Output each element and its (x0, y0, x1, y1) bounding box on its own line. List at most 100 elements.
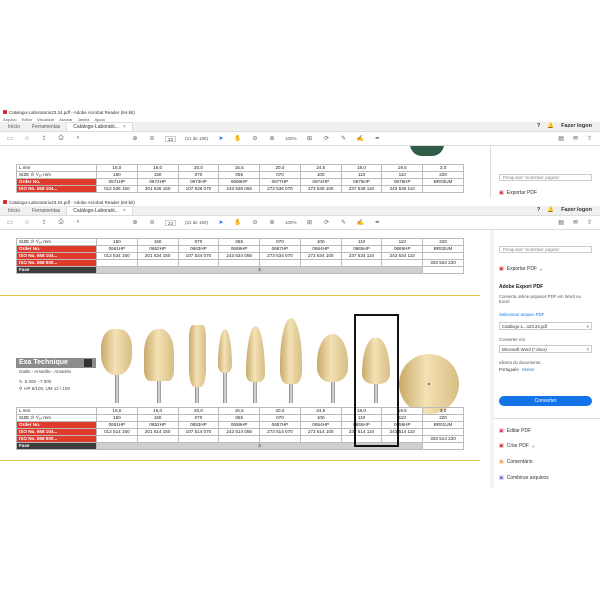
tab-home[interactable]: Início (2, 122, 26, 131)
search-icon[interactable]: ⌕ (74, 135, 82, 143)
bur-image-2 (144, 329, 174, 381)
table-cell: 110 (381, 171, 424, 179)
edit-pdf-icon: ▣ (499, 428, 504, 434)
zoom-out-icon[interactable]: ⊖ (251, 135, 259, 143)
menu-edit[interactable]: Editar (22, 117, 32, 122)
comment-tool[interactable]: ▣ Comentário (499, 459, 533, 465)
page-up-icon[interactable]: ⊕ (131, 135, 139, 143)
page-down-icon[interactable]: ⊖ (148, 219, 156, 227)
close-icon[interactable]: × (123, 208, 126, 214)
fit-icon[interactable]: ⊞ (306, 219, 314, 227)
selection-highlight[interactable] (354, 314, 399, 447)
search-tools-input[interactable]: Pesquisar 'Substituir página' (499, 174, 592, 181)
selected-file-field[interactable]: Catálogo-L...o23.24.pdf × (499, 322, 592, 330)
export-pdf-tool[interactable]: ▣ Exportar PDF ˄ (499, 266, 542, 272)
table-cell (96, 259, 138, 267)
signin-button[interactable]: Fazer logon (561, 207, 592, 213)
zoom-value[interactable]: 100% (285, 220, 297, 225)
print-icon[interactable]: ⎙ (57, 219, 65, 227)
clear-file-icon[interactable]: × (586, 323, 589, 330)
comment-icon[interactable]: ✎ (340, 219, 348, 227)
table-cell: 16,0 (96, 407, 138, 415)
rotate-icon[interactable]: ⟳ (323, 135, 331, 143)
convert-format-select[interactable]: Microsoft Word (*.docx) ˅ (499, 345, 592, 353)
tab-document-label: Catálogo-Laborató... (73, 208, 119, 214)
pen-icon[interactable]: ✍ (357, 135, 365, 143)
table-cell: 110 (340, 238, 383, 246)
fit-icon[interactable]: ⊞ (306, 135, 314, 143)
table-cell: 303 534 220 (422, 259, 464, 267)
edit-pdf-tool[interactable]: ▣ Editar PDF (499, 428, 531, 434)
mail-icon[interactable]: ✉ (573, 135, 578, 142)
save-icon[interactable]: ▭ (6, 219, 14, 227)
menu-sign[interactable]: Assinar (59, 117, 72, 122)
signin-button[interactable]: Fazer logon (561, 123, 592, 129)
tab-document[interactable]: Catálogo-Laborató... × (66, 122, 133, 131)
tab-tools[interactable]: Ferramentas (26, 122, 66, 131)
cursor-icon[interactable]: ➤ (217, 135, 225, 143)
chevron-up-icon[interactable]: ˄ (540, 267, 542, 272)
page-up-icon[interactable]: ⊕ (131, 219, 139, 227)
zoom-out-icon[interactable]: ⊖ (251, 219, 259, 227)
help-icon[interactable]: ? (537, 207, 540, 213)
create-pdf-tool[interactable]: ▣ Criar PDF ˅ (499, 443, 534, 449)
rotate-icon[interactable]: ⟳ (323, 219, 331, 227)
sign-icon[interactable]: ✒ (374, 219, 382, 227)
search-tools-input[interactable]: Pesquisar 'Substituir página' (499, 246, 592, 253)
tab-document[interactable]: Catálogo-Laborató... × (66, 206, 133, 215)
combine-icon: ▣ (499, 475, 504, 481)
sign-icon[interactable]: ✒ (374, 135, 382, 143)
table-cell: 201 534 150 (136, 252, 179, 260)
tab-home[interactable]: Início (2, 206, 26, 215)
bell-icon[interactable]: 🔔 (547, 123, 554, 129)
change-language-link[interactable]: Alterar (522, 367, 535, 372)
export-pdf-tool[interactable]: ▣ Exportar PDF (499, 190, 537, 196)
share-icon[interactable]: ⇧ (587, 219, 592, 226)
menu-view[interactable]: Visualizar (37, 117, 54, 122)
comment-icon[interactable]: ✎ (340, 135, 348, 143)
page-number-field[interactable]: 23 (165, 219, 177, 226)
bur-image-7 (317, 334, 348, 382)
pen-icon[interactable]: ✍ (357, 219, 365, 227)
search-icon[interactable]: ⌕ (74, 219, 82, 227)
table-cell (422, 428, 464, 436)
mail-icon[interactable]: ✉ (573, 219, 578, 226)
table-cell: 0663HP (177, 245, 220, 253)
table-cell: 070 (177, 171, 220, 179)
table-cell: 070 (259, 238, 301, 246)
close-icon[interactable]: × (123, 124, 126, 130)
page-down-icon[interactable]: ⊖ (148, 135, 156, 143)
toolbar: ▭ ☆ ⇪ ⎙ ⌕ ⊕ ⊖ 23 (21 de 190) ➤ ✋ ⊖ ⊕ 100… (0, 216, 600, 230)
zoom-in-icon[interactable]: ⊕ (268, 135, 276, 143)
help-icon[interactable]: ? (537, 123, 540, 129)
zoom-value[interactable]: 100% (285, 136, 297, 141)
select-file-link[interactable]: Selecionar arquivo PDF (499, 312, 544, 317)
hand-icon[interactable]: ✋ (234, 135, 242, 143)
create-pdf-icon: ▣ (499, 443, 504, 449)
star-icon[interactable]: ☆ (23, 135, 31, 143)
table-cell: 20,0 (177, 164, 220, 172)
hand-icon[interactable]: ✋ (234, 219, 242, 227)
upload-icon[interactable]: ⇪ (40, 219, 48, 227)
cursor-icon[interactable]: ➤ (217, 219, 225, 227)
pdf-icon[interactable]: ▤ (558, 135, 564, 142)
page-number-field[interactable]: 23 (165, 135, 177, 142)
tab-tools[interactable]: Ferramentas (26, 206, 66, 215)
pdf-icon[interactable]: ▤ (558, 219, 564, 226)
print-icon[interactable]: ⎙ (57, 135, 65, 143)
menu-window[interactable]: Janela (78, 117, 90, 122)
chevron-down-icon[interactable]: ˅ (532, 444, 534, 449)
convert-button[interactable]: Converter (499, 396, 592, 406)
upload-icon[interactable]: ⇪ (40, 135, 48, 143)
menu-file[interactable]: Arquivo (3, 117, 17, 122)
menu-help[interactable]: Ajuda (94, 117, 104, 122)
share-icon[interactable]: ⇧ (587, 135, 592, 142)
bell-icon[interactable]: 🔔 (547, 207, 554, 213)
zoom-in-icon[interactable]: ⊕ (268, 219, 276, 227)
table-cell: 0672HP (136, 178, 179, 186)
acrobat-window-back: Catalogo-Laboratorio23.24.pdf - Adobe Ac… (0, 108, 600, 198)
star-icon[interactable]: ☆ (23, 219, 31, 227)
combine-files-tool[interactable]: ▣ Combinar arquivos (499, 475, 549, 481)
save-icon[interactable]: ▭ (6, 135, 14, 143)
vertical-scrollbar[interactable] (490, 230, 494, 488)
